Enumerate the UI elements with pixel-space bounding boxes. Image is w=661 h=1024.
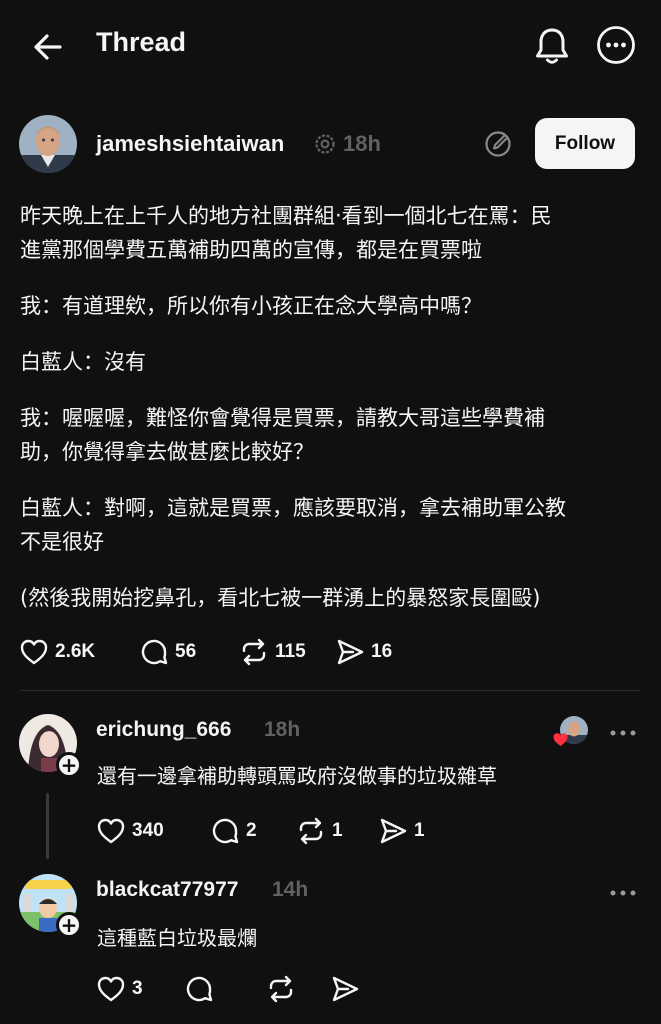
heart-icon xyxy=(20,639,48,665)
post-timestamp: 18h xyxy=(343,131,381,156)
repost-icon xyxy=(242,638,266,666)
post-body: 昨天晚上在上千人的地方社團群組‧看到一個北七在罵：民 進黨那個學費五萬補助四萬的… xyxy=(20,199,630,637)
thread-page: Thread jameshsiehtaiwan 18h Follow 昨天晚上在… xyxy=(0,0,661,1024)
reply-more-icon[interactable] xyxy=(608,724,638,736)
repost-button[interactable]: 1 xyxy=(296,816,378,846)
repost-count: 1 xyxy=(332,820,343,841)
post-paragraph: 我：有道理欸，所以你有小孩正在念大學高中嗎？ xyxy=(20,294,482,318)
post-paragraph: 昨天晚上在上千人的地方社團群組‧看到一個北七在罵：民 進黨那個學費五萬補助四萬的… xyxy=(20,204,552,262)
page-title: Thread xyxy=(96,27,187,57)
send-icon xyxy=(380,818,407,844)
comment-icon xyxy=(212,818,239,844)
threads-badge-icon xyxy=(314,133,336,155)
reply-username[interactable]: erichung_666 xyxy=(96,718,231,742)
like-count: 2.6K xyxy=(55,641,96,662)
reply-actions: 3 xyxy=(96,974,366,1004)
reply-timestamp: 18h xyxy=(264,718,301,741)
reply-text: 還有一邊拿補助轉頭罵政府沒做事的垃圾雜草 xyxy=(97,764,497,788)
more-options-icon[interactable] xyxy=(596,25,636,65)
author-liked-heart-icon xyxy=(552,731,569,748)
share-button[interactable]: 16 xyxy=(335,637,392,667)
top-bar: Thread xyxy=(0,0,661,92)
like-count: 340 xyxy=(132,820,164,841)
share-button[interactable] xyxy=(330,974,366,1004)
send-icon xyxy=(337,639,364,665)
reply-button[interactable]: 2 xyxy=(210,816,296,846)
post-paragraph: 我：喔喔喔，難怪你會覺得是買票，請教大哥這些學費補 助，你覺得拿去做甚麼比較好？ xyxy=(20,406,545,464)
back-arrow-icon[interactable] xyxy=(28,27,68,67)
post-actions: 2.6K 56 115 16 xyxy=(19,637,392,667)
post-paragraph: (然後我開始挖鼻孔，看北七被一群湧上的暴怒家長圍毆) xyxy=(20,586,541,610)
reply-text: 這種藍白垃圾最爛 xyxy=(97,926,257,950)
heart-icon xyxy=(97,976,125,1002)
share-count: 1 xyxy=(414,820,425,841)
post-paragraph: 白藍人：對啊，這就是買票，應該要取消，拿去補助軍公教 不是很好 xyxy=(20,496,566,554)
reply-button[interactable] xyxy=(184,974,266,1004)
author-avatar[interactable] xyxy=(19,115,77,173)
divider xyxy=(20,690,641,691)
reply-actions: 340 2 1 1 xyxy=(96,816,425,846)
like-button[interactable]: 2.6K xyxy=(19,637,139,667)
author-username[interactable]: jameshsiehtaiwan xyxy=(96,131,284,157)
repost-icon xyxy=(269,975,293,1003)
reply-username[interactable]: blackcat77977 xyxy=(96,878,238,902)
repost-button[interactable]: 115 xyxy=(239,637,335,667)
follow-plus-icon[interactable]: + xyxy=(56,752,82,778)
post-paragraph: 白藍人：沒有 xyxy=(20,350,146,374)
like-button[interactable]: 3 xyxy=(96,974,184,1004)
reply-more-icon[interactable] xyxy=(608,884,638,896)
edit-post-icon[interactable] xyxy=(484,130,512,158)
like-button[interactable]: 340 xyxy=(96,816,210,846)
send-icon xyxy=(332,976,359,1002)
reply-timestamp: 14h xyxy=(272,878,309,901)
reply-count: 2 xyxy=(246,820,257,841)
share-count: 16 xyxy=(371,641,393,662)
follow-plus-icon[interactable]: + xyxy=(56,912,82,938)
comment-icon xyxy=(141,639,168,665)
repost-icon xyxy=(299,817,323,845)
like-count: 3 xyxy=(132,978,143,999)
heart-icon xyxy=(97,818,125,844)
bell-icon[interactable] xyxy=(531,25,573,67)
follow-button[interactable]: Follow xyxy=(535,118,635,169)
repost-count: 115 xyxy=(275,641,306,662)
share-button[interactable]: 1 xyxy=(378,816,425,846)
comment-icon xyxy=(186,976,213,1002)
thread-connector-line xyxy=(46,793,49,859)
reply-button[interactable]: 56 xyxy=(139,637,239,667)
repost-button[interactable] xyxy=(266,974,330,1004)
reply-count: 56 xyxy=(175,641,197,662)
